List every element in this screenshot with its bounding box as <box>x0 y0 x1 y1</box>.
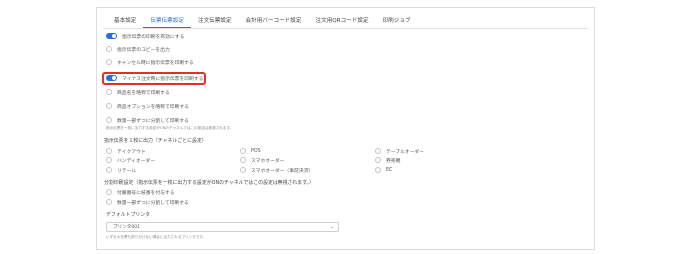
radio-button[interactable] <box>375 148 381 154</box>
split-option-branch[interactable]: 付属番号に枝番を付与する <box>106 188 175 196</box>
highlight-box <box>102 72 206 85</box>
channel-option[interactable]: スマホオーダー <box>240 156 284 164</box>
option-abbrev-name[interactable]: 商品名を略称で印刷する <box>106 88 170 96</box>
printer-note: いずれの伝票も振り分けない場合に出力されるプリンタです。 <box>106 235 207 239</box>
radio-button[interactable] <box>375 167 381 173</box>
toggle-switch[interactable] <box>106 33 117 39</box>
printer-select[interactable]: プリンタ001 ⌄ <box>106 222 339 232</box>
channel-option[interactable]: EC <box>375 166 392 174</box>
radio-button[interactable] <box>106 103 112 109</box>
radio-button[interactable] <box>106 199 112 205</box>
section-single-slip-title: 指示伝票を１枚に出力（チャネルごとに設定） <box>104 138 207 144</box>
default-printer-label: デフォルトプリンタ <box>106 212 151 218</box>
radio-button[interactable] <box>240 148 246 154</box>
tab-order-slip[interactable]: 注文伝票設定 <box>191 13 239 27</box>
radio-button[interactable] <box>375 157 381 163</box>
option-enable-print[interactable]: 指示伝票の印刷を有効にする <box>106 32 184 40</box>
channel-option[interactable]: ハンディオーダー <box>106 156 155 164</box>
tab-order-qr[interactable]: 注文用QRコード設定 <box>309 13 376 27</box>
radio-button[interactable] <box>240 157 246 163</box>
printer-select-value: プリンタ001 <box>113 225 141 230</box>
option-copy-output[interactable]: 指示伝票のコピーを出力 <box>106 45 170 53</box>
tab-instruction-slip[interactable]: 伝票伝票設定 <box>143 13 191 28</box>
channel-option[interactable]: リテール <box>106 166 136 174</box>
chevron-down-icon: ⌄ <box>329 224 334 230</box>
channel-option[interactable]: テイクアウト <box>106 147 146 155</box>
radio-button[interactable] <box>106 157 112 163</box>
radio-button[interactable] <box>106 189 112 195</box>
option-cancel-print[interactable]: キャンセル時に指示伝票を印刷する <box>106 58 194 66</box>
option-split-quantity[interactable]: 数量一部ずつに分割して印刷する <box>106 116 189 124</box>
option-abbrev-options[interactable]: 商品オプションを略称で印刷する <box>106 102 189 110</box>
radio-button[interactable] <box>106 59 112 65</box>
split-option-quantity[interactable]: 数量一部ずつに分割して印刷する <box>106 198 189 206</box>
channel-option[interactable]: 券売機 <box>375 156 400 164</box>
radio-button[interactable] <box>106 117 112 123</box>
tab-bar: 基本設定 伝票伝票設定 注文伝票設定 会計用バーコード設定 注文用QRコード設定… <box>107 13 418 28</box>
channel-option[interactable]: POS <box>240 147 261 155</box>
tab-basic[interactable]: 基本設定 <box>107 13 143 27</box>
radio-button[interactable] <box>106 167 112 173</box>
section-split-print-title: 分割印刷設定（指示伝票を一枚に出力する設定がONのチャネルではこの設定は無視され… <box>104 180 314 186</box>
tab-print-job[interactable]: 印刷ジョブ <box>376 13 418 27</box>
radio-button[interactable] <box>106 148 112 154</box>
channel-option[interactable]: スマホオーダー（事前決済） <box>240 166 313 174</box>
radio-button[interactable] <box>106 46 112 52</box>
split-note: 指示伝票を一枚に出力する設定がONのチャネルではこの設定は無視されます。 <box>106 126 234 130</box>
channel-option[interactable]: テーブルオーダー <box>375 147 424 155</box>
tab-divider <box>103 28 588 29</box>
tab-checkout-barcode[interactable]: 会計用バーコード設定 <box>239 13 309 27</box>
radio-button[interactable] <box>106 89 112 95</box>
radio-button[interactable] <box>240 167 246 173</box>
